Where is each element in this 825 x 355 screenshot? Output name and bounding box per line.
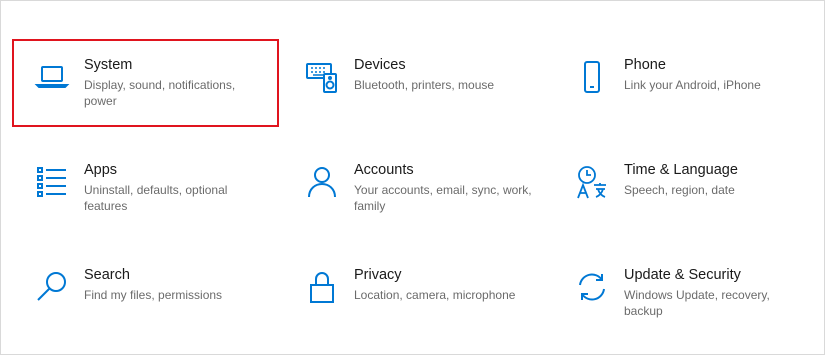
person-icon (304, 164, 340, 200)
settings-window: System Display, sound, notifications, po… (0, 0, 825, 355)
tile-description: Windows Update, recovery, backup (624, 288, 770, 318)
tile-title: Search (84, 267, 130, 283)
settings-tile-time-language[interactable]: Time & Language Speech, region, date (554, 158, 816, 248)
tile-title: System (84, 57, 133, 73)
tile-title: Privacy (354, 267, 402, 283)
settings-tile-accounts[interactable]: Accounts Your accounts, email, sync, wor… (284, 158, 546, 248)
tile-title: Update & Security (624, 267, 741, 283)
tile-description: Your accounts, email, sync, work, family (354, 183, 532, 213)
time-language-icon (574, 164, 610, 200)
tile-description: Link your Android, iPhone (624, 78, 761, 92)
tile-title: Devices (354, 57, 406, 73)
settings-tile-update-security[interactable]: Update & Security Windows Update, recove… (554, 263, 816, 353)
settings-tile-phone[interactable]: Phone Link your Android, iPhone (554, 53, 816, 143)
laptop-icon (34, 59, 70, 95)
apps-list-icon (34, 164, 70, 200)
phone-icon (574, 59, 610, 95)
tile-description: Find my files, permissions (84, 288, 223, 302)
tile-description: Location, camera, microphone (354, 288, 516, 302)
search-icon (34, 269, 70, 305)
tile-description: Speech, region, date (624, 183, 735, 197)
tile-description: Bluetooth, printers, mouse (354, 78, 495, 92)
tile-title: Accounts (354, 162, 414, 178)
settings-tile-system[interactable]: System Display, sound, notifications, po… (14, 53, 276, 143)
tile-description: Display, sound, notifications, power (84, 78, 236, 108)
sync-icon (574, 269, 610, 305)
tile-description: Uninstall, defaults, optional features (84, 183, 228, 213)
tile-title: Apps (84, 162, 118, 178)
lock-icon (304, 269, 340, 305)
settings-tile-apps[interactable]: Apps Uninstall, defaults, optional featu… (14, 158, 276, 248)
tile-title: Phone (624, 57, 666, 73)
keyboard-speaker-icon (304, 59, 340, 95)
settings-tile-privacy[interactable]: Privacy Location, camera, microphone (284, 263, 546, 353)
settings-tile-devices[interactable]: Devices Bluetooth, printers, mouse (284, 53, 546, 143)
settings-tile-search[interactable]: Search Find my files, permissions (14, 263, 276, 353)
tile-title: Time & Language (624, 162, 738, 178)
